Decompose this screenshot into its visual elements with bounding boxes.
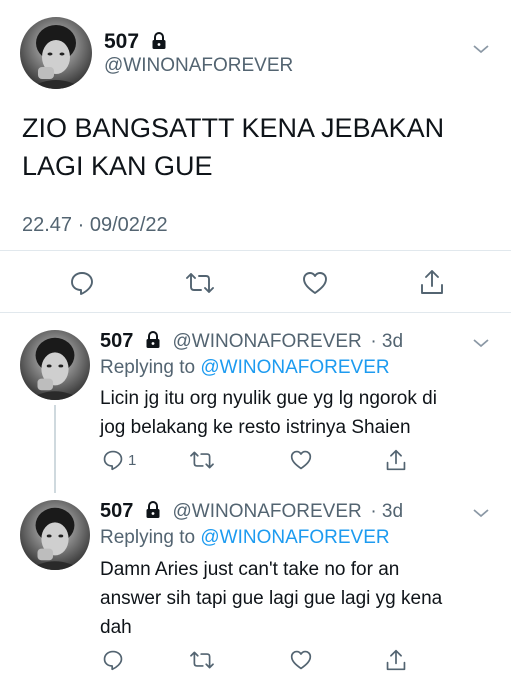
replying-to-link[interactable]: @WINONAFOREVER — [200, 357, 389, 378]
tweet-text-line: Damn Aries just can't take no for an — [100, 559, 400, 580]
replying-to: Replying to @WINONAFOREVER — [100, 357, 390, 378]
heart-icon — [290, 649, 312, 671]
retweet-icon — [190, 649, 214, 671]
handle[interactable]: @WINONAFOREVER — [104, 55, 293, 77]
tweet-text: ZIO BANGSATTT KENA JEBAKAN LAGI KAN GUE — [22, 109, 492, 185]
tweet-text-line: dah — [100, 617, 132, 638]
handle[interactable]: @WINONAFOREVER — [173, 501, 362, 522]
tweet-text-line: answer sih tapi gue lagi gue lagi yg ken… — [100, 588, 443, 609]
timestamp[interactable]: 22.47 · 09/02/22 — [22, 214, 168, 237]
lock-icon — [145, 331, 161, 355]
like-button[interactable] — [302, 270, 328, 296]
share-button[interactable] — [385, 448, 407, 472]
like-button[interactable] — [290, 449, 312, 471]
heart-icon — [302, 270, 328, 296]
retweet-icon — [190, 449, 214, 471]
display-name[interactable]: 507 — [104, 30, 167, 56]
handle[interactable]: @WINONAFOREVER — [173, 331, 362, 352]
avatar[interactable] — [20, 330, 90, 400]
tweet-text: Damn Aries just can't take no for an ans… — [100, 555, 495, 642]
lock-icon — [151, 32, 167, 56]
tweet-text: Licin jg itu org nyulik gue yg lg ngorok… — [100, 384, 495, 442]
reply-button[interactable] — [69, 270, 95, 296]
reply-icon — [102, 649, 124, 671]
replying-to-link[interactable]: @WINONAFOREVER — [200, 527, 389, 548]
tweet-age: · 3d — [370, 331, 404, 352]
tweet-text-line: jog belakang ke resto istrinya Shaien — [100, 417, 411, 438]
reply-button[interactable]: 1 — [102, 449, 136, 471]
retweet-button[interactable] — [190, 449, 214, 471]
tweet-text-line: Licin jg itu org nyulik gue yg lg ngorok… — [100, 388, 437, 409]
avatar[interactable] — [20, 500, 90, 570]
heart-icon — [290, 449, 312, 471]
tweet-text-line: ZIO BANGSATTT KENA JEBAKAN — [22, 113, 445, 143]
reply-button[interactable] — [102, 649, 124, 671]
retweet-icon — [186, 270, 214, 296]
chevron-down-icon[interactable] — [472, 336, 490, 354]
avatar[interactable] — [20, 17, 92, 89]
reply-icon — [102, 449, 124, 471]
display-name[interactable]: 507 @WINONAFOREVER · 3d — [100, 500, 403, 525]
display-name[interactable]: 507 @WINONAFOREVER · 3d — [100, 330, 403, 355]
thread-line — [54, 405, 56, 493]
share-button[interactable] — [385, 648, 407, 672]
divider — [0, 250, 511, 251]
share-icon — [385, 448, 407, 472]
tweet-text-line: LAGI KAN GUE — [22, 151, 213, 181]
lock-icon — [145, 501, 161, 525]
chevron-down-icon[interactable] — [472, 506, 490, 524]
divider — [0, 312, 511, 313]
replying-to: Replying to @WINONAFOREVER — [100, 527, 390, 548]
reply-icon — [69, 270, 95, 296]
retweet-button[interactable] — [186, 270, 214, 296]
chevron-down-icon[interactable] — [472, 42, 490, 60]
tweet-age: · 3d — [370, 501, 404, 522]
share-icon — [385, 648, 407, 672]
share-icon — [419, 268, 445, 296]
like-button[interactable] — [290, 649, 312, 671]
retweet-button[interactable] — [190, 649, 214, 671]
reply-count: 1 — [128, 451, 137, 469]
share-button[interactable] — [419, 268, 445, 296]
